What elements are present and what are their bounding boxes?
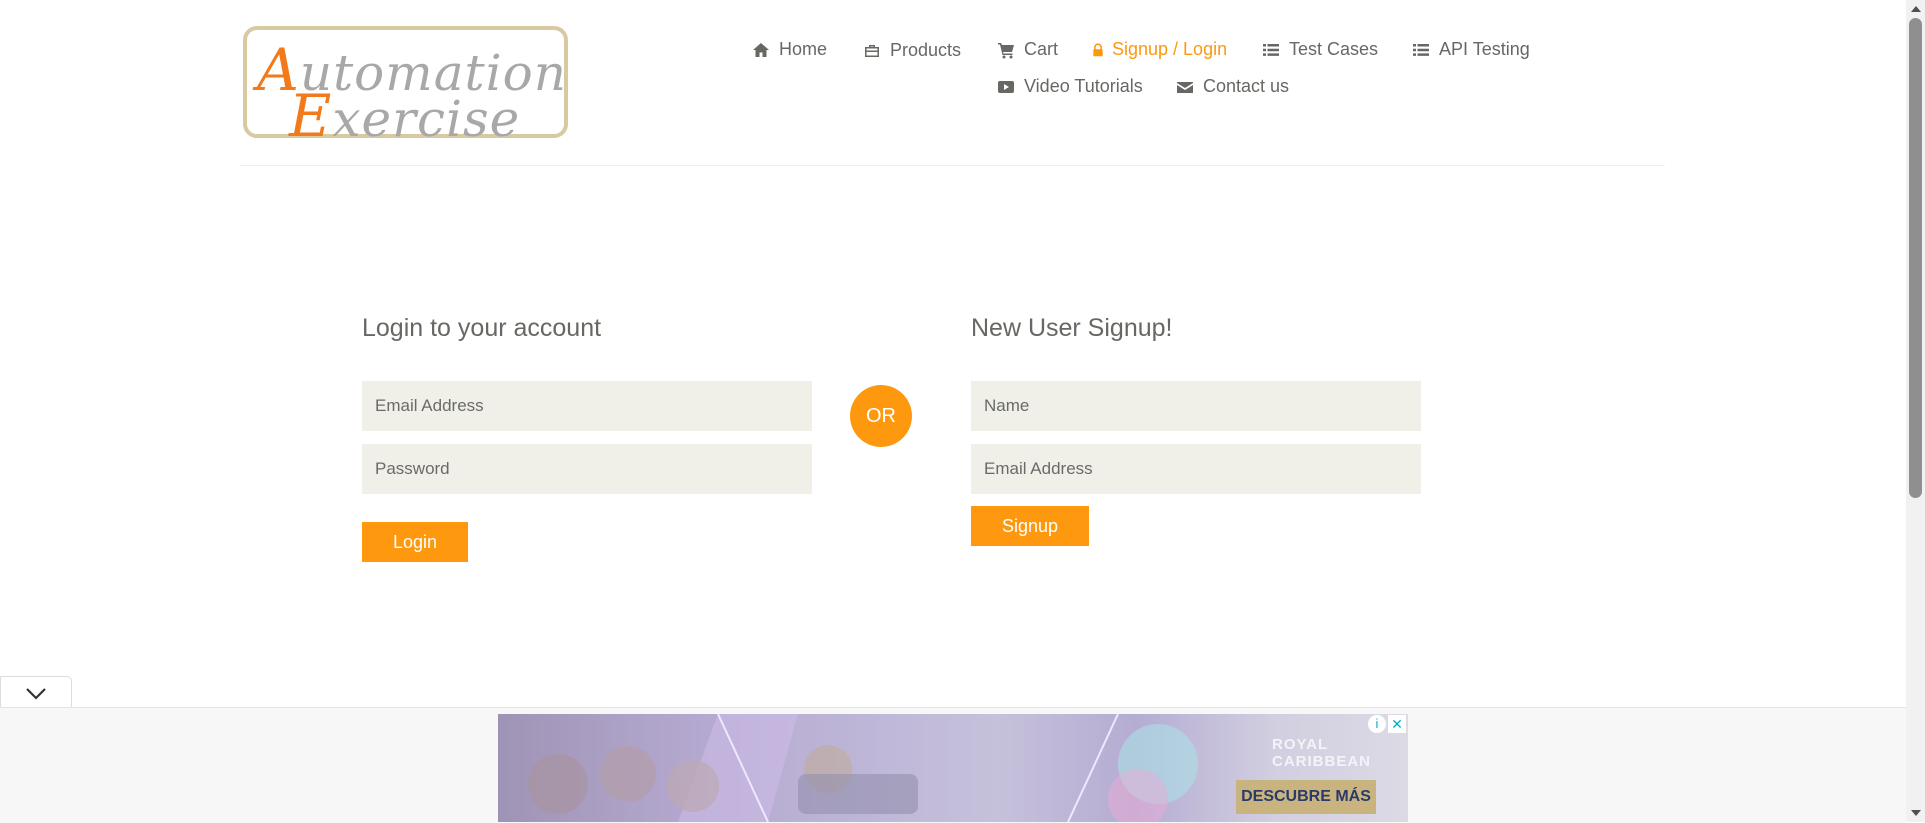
ad-collapse-toggle[interactable] bbox=[0, 676, 72, 707]
youtube-play-icon bbox=[998, 80, 1014, 93]
header-divider bbox=[240, 165, 1665, 166]
nav-api-testing[interactable]: API Testing bbox=[1412, 39, 1530, 60]
nav-products-label: Products bbox=[890, 40, 962, 60]
ad-brand: ROYAL CARIBBEAN bbox=[1240, 736, 1371, 770]
envelope-icon bbox=[1177, 81, 1193, 93]
signup-button[interactable]: Signup bbox=[971, 506, 1089, 546]
list-icon bbox=[1263, 43, 1279, 56]
lock-icon bbox=[1093, 42, 1103, 56]
ad-cta-button[interactable]: DESCUBRE MÁS bbox=[1236, 780, 1376, 814]
home-icon bbox=[753, 42, 769, 57]
ad-close-icon[interactable]: ✕ bbox=[1388, 715, 1406, 733]
login-email-input[interactable] bbox=[362, 381, 812, 431]
logo-line-2: Exercise bbox=[289, 82, 520, 150]
list-icon bbox=[1413, 43, 1429, 56]
briefcase-icon bbox=[865, 44, 879, 57]
or-divider: OR bbox=[850, 385, 912, 447]
signup-title: New User Signup! bbox=[971, 314, 1173, 342]
chevron-down-icon bbox=[26, 688, 46, 700]
scroll-thumb[interactable] bbox=[1909, 18, 1922, 498]
scroll-down-arrow-icon[interactable] bbox=[1911, 810, 1921, 816]
nav-api-testing-label: API Testing bbox=[1439, 39, 1530, 59]
nav-signup-login[interactable]: Signup / Login bbox=[1091, 39, 1227, 60]
login-password-input[interactable] bbox=[362, 444, 812, 494]
login-button[interactable]: Login bbox=[362, 522, 468, 562]
nav-test-cases-label: Test Cases bbox=[1289, 39, 1379, 59]
nav-video-tutorials[interactable]: Video Tutorials bbox=[997, 76, 1143, 97]
logo-text-2: xercise bbox=[332, 90, 521, 148]
nav-signup-login-label: Signup / Login bbox=[1112, 39, 1228, 59]
vertical-scrollbar[interactable] bbox=[1906, 0, 1925, 822]
nav-products[interactable]: Products bbox=[863, 40, 961, 61]
signup-name-input[interactable] bbox=[971, 381, 1421, 431]
nav-cart-label: Cart bbox=[1024, 39, 1059, 59]
scroll-up-arrow-icon[interactable] bbox=[1911, 6, 1921, 12]
page: Automation Exercise Home Products Cart S… bbox=[0, 0, 1906, 823]
nav-home-label: Home bbox=[779, 39, 828, 59]
ad-banner[interactable]: ROYAL CARIBBEAN DESCUBRE MÁS i ✕ bbox=[498, 714, 1408, 822]
ad-info-icon[interactable]: i bbox=[1368, 715, 1386, 733]
signup-email-input[interactable] bbox=[971, 444, 1421, 494]
nav-contact-us-label: Contact us bbox=[1203, 76, 1290, 96]
login-title: Login to your account bbox=[362, 314, 602, 342]
nav-contact-us[interactable]: Contact us bbox=[1176, 76, 1289, 97]
nav-home[interactable]: Home bbox=[752, 39, 827, 60]
ad-brand-line-2: CARIBBEAN bbox=[1272, 753, 1371, 770]
nav-video-tutorials-label: Video Tutorials bbox=[1024, 76, 1143, 96]
site-logo[interactable]: Automation Exercise bbox=[243, 26, 568, 150]
logo-cap-e: E bbox=[289, 82, 333, 150]
nav-cart[interactable]: Cart bbox=[997, 39, 1058, 60]
nav-test-cases[interactable]: Test Cases bbox=[1262, 39, 1378, 60]
ad-brand-line-1: ROYAL bbox=[1272, 736, 1329, 753]
cart-icon bbox=[998, 42, 1014, 58]
